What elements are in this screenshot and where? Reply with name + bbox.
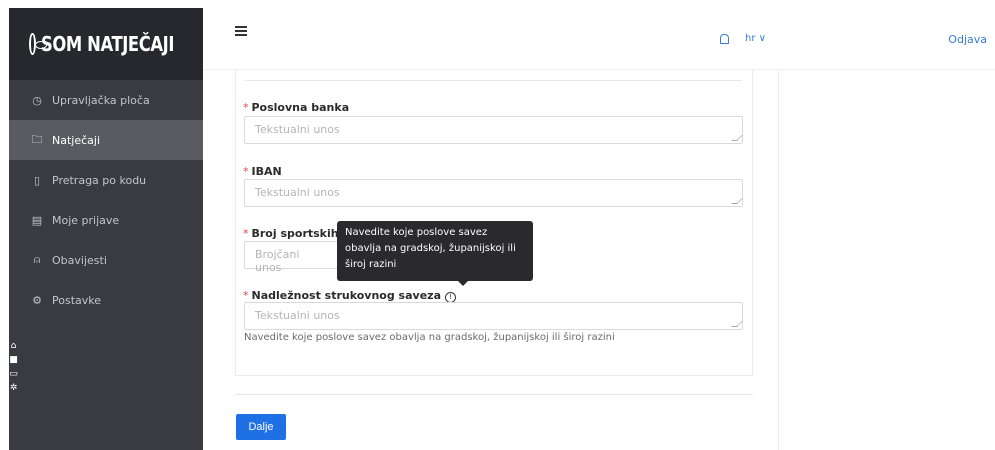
field-label-iban: * IBAN [243,165,282,178]
divider [235,394,753,395]
sidebar-item-obavijesti[interactable]: ⍝ Obavijesti [9,240,203,280]
required-marker: * [243,165,249,178]
logo-icon [29,33,47,55]
sidebar-item-pretraga-po-kodu[interactable]: ▯ Pretraga po kodu [9,160,203,200]
menu-toggle-icon[interactable] [235,26,247,36]
sidebar-item-natjecaji[interactable]: 🗀 Natječaji [9,120,203,160]
logout-link[interactable]: Odjava [948,33,987,46]
required-marker: * [243,227,249,240]
bell-icon: ⍝ [33,253,41,266]
video-icon[interactable]: ■ [9,355,18,366]
sidebar-item-moje-prijave[interactable]: ▤ Moje prijave [9,200,203,240]
top-header: hr ∨ Odjava [203,8,995,70]
home-icon[interactable]: ⌂ [9,341,18,352]
nadleznost-input[interactable]: Tekstualni unos [244,302,743,330]
app-root: SOM NATJEČAJI ◷ Upravljačka ploča 🗀 Natj… [0,0,995,450]
divider [245,80,742,81]
sidebar-item-label: Pretraga po kodu [52,173,147,187]
sidebar-item-label: Moje prijave [52,213,120,227]
sidebar-item-label: Postavke [52,293,102,307]
sidebar-item-label: Upravljačka ploča [52,93,150,107]
required-marker: * [243,101,249,114]
sidebar-item-upravljacka-ploca[interactable]: ◷ Upravljačka ploča [9,80,203,120]
document-icon: ▯ [33,173,41,187]
settings-icon[interactable]: ✲ [9,383,18,394]
field-help-text: Navedite koje poslove savez obavlja na g… [244,332,615,343]
poslovna-banka-input[interactable]: Tekstualni unos [244,116,743,144]
sidebar: SOM NATJEČAJI ◷ Upravljačka ploča 🗀 Natj… [9,8,203,450]
image-icon[interactable]: ▭ [9,369,18,380]
required-marker: * [243,289,249,302]
brand-logo[interactable]: SOM NATJEČAJI [9,8,203,80]
file-icon: ▤ [31,213,43,227]
next-button[interactable]: Dalje [236,414,286,440]
sidebar-item-label: Natječaji [52,133,101,147]
dashboard-icon: ◷ [32,93,42,107]
sidebar-nav: ◷ Upravljačka ploča 🗀 Natječaji ▯ Pretra… [9,80,203,320]
sidebar-item-label: Obavijesti [52,253,107,267]
info-tooltip: Navedite koje poslove savez obavlja na g… [337,221,533,286]
brand-name: SOM NATJEČAJI [40,32,174,56]
gear-icon: ⚙ [32,293,42,307]
divider [778,70,779,450]
language-selector[interactable]: hr ∨ [745,33,766,44]
sidebar-item-postavke[interactable]: ⚙ Postavke [9,280,203,320]
field-label-nadleznost: * Nadležnost strukovnog saveza! [243,289,456,303]
side-toolbar: ⌂ ■ ▭ ✲ [9,341,21,394]
folder-icon: 🗀 [31,132,43,146]
field-label-poslovna-banka: * Poslovna banka [243,101,350,114]
field-label-broj-sportskih: * Broj sportskih u [243,227,351,240]
notification-bell-icon[interactable] [720,34,729,44]
broj-sportskih-input[interactable]: Brojčani unos [244,241,339,274]
iban-input[interactable]: Tekstualni unos [244,179,743,207]
